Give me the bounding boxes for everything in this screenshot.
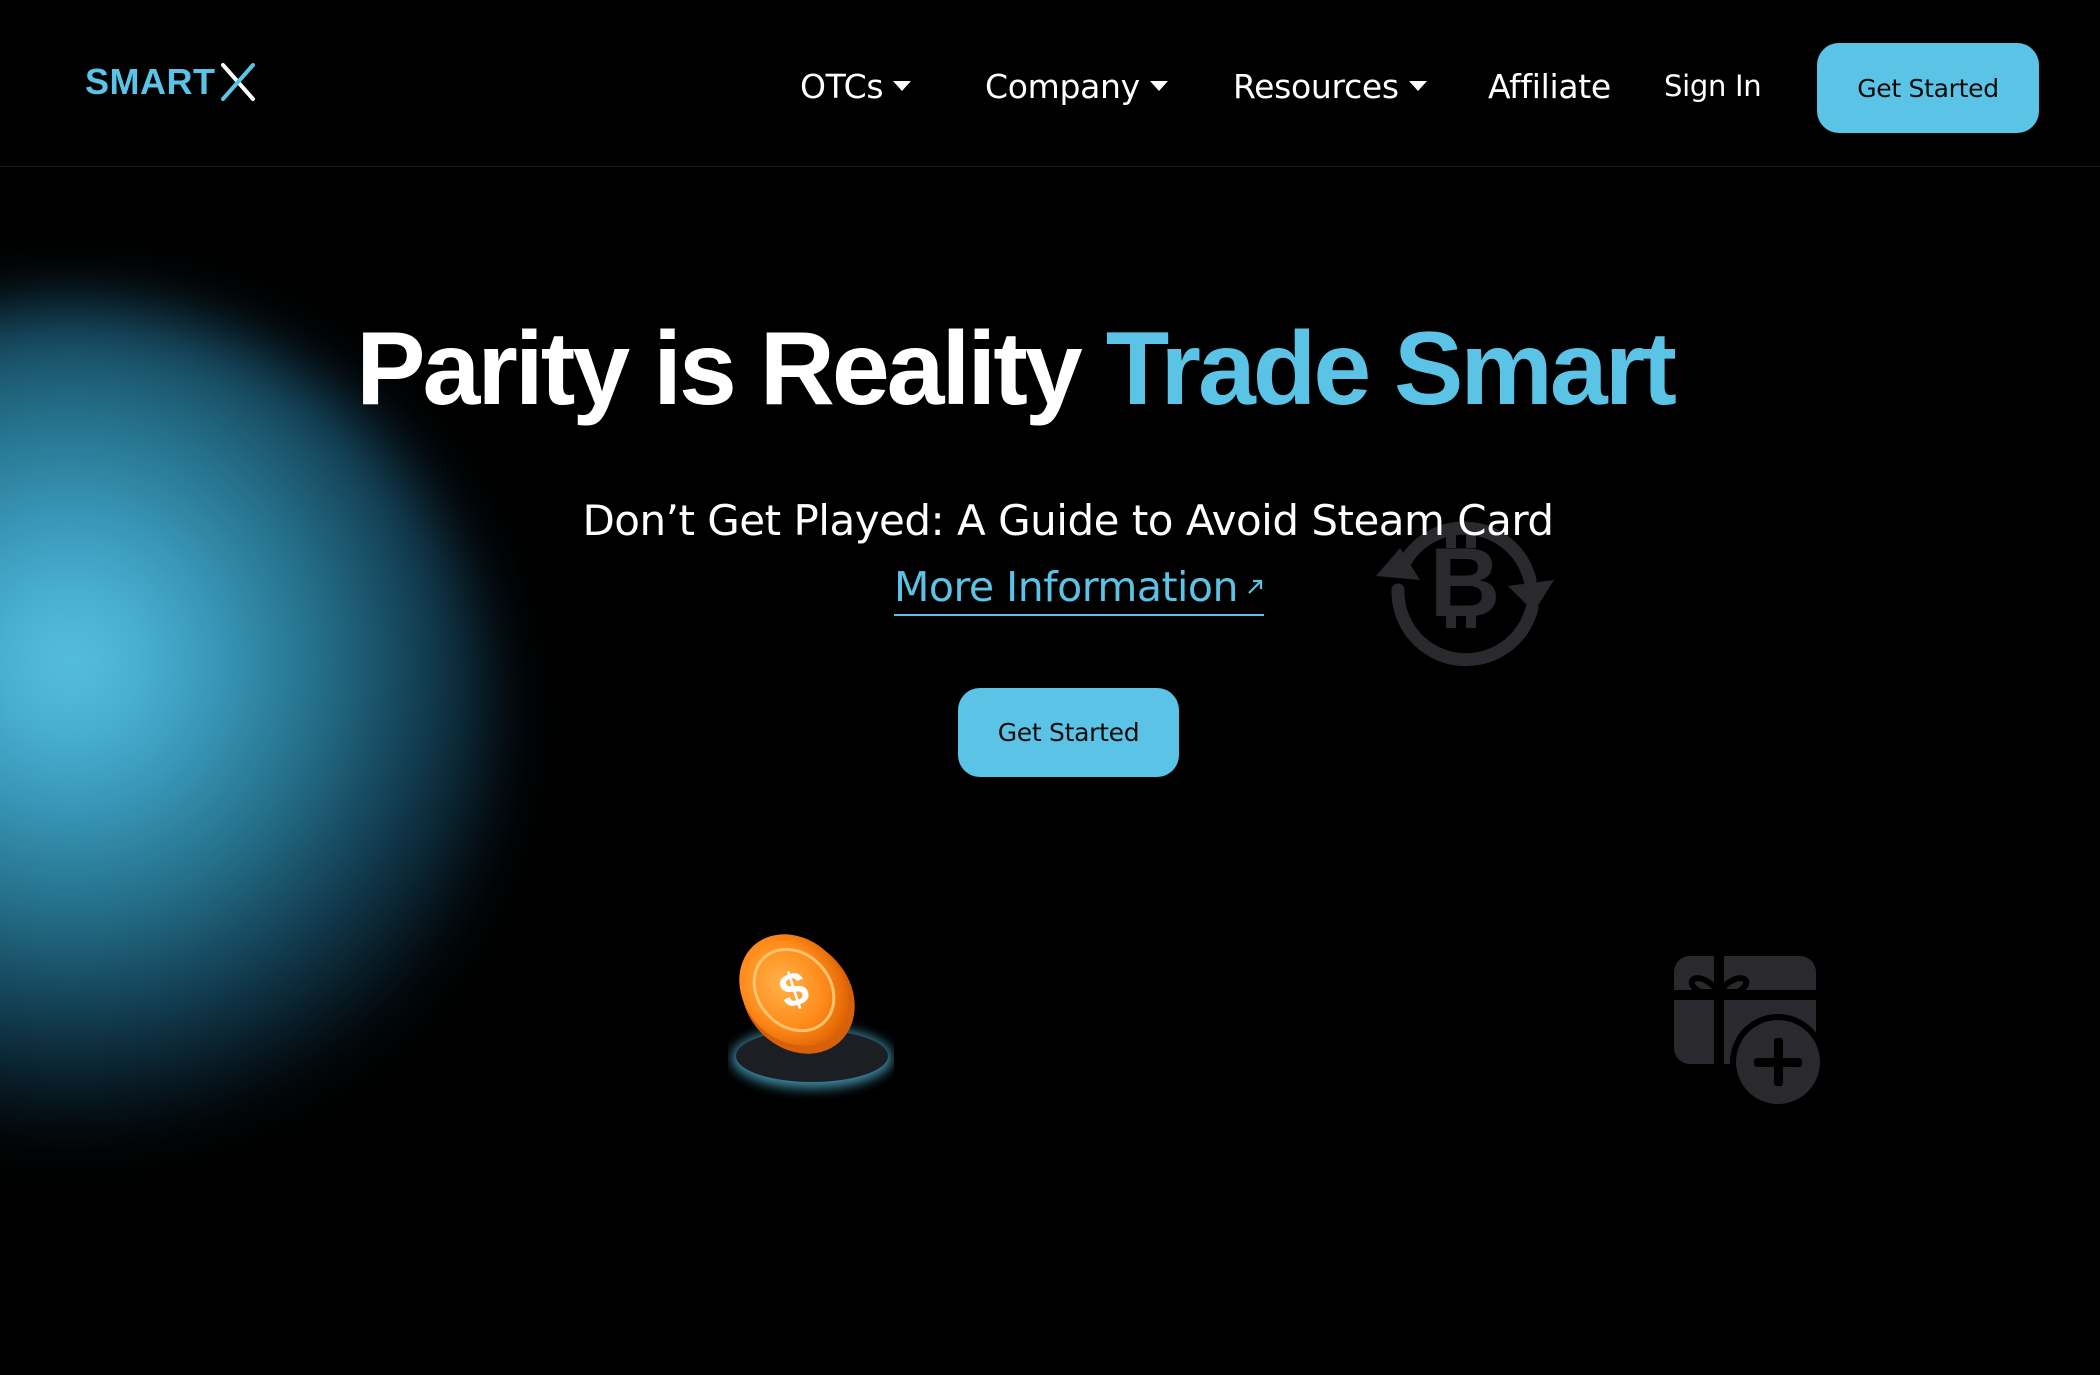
nav-item-affiliate[interactable]: Affiliate (1488, 64, 1611, 108)
hero-title: Parity is Reality Trade Smart (0, 310, 2030, 429)
dollar-coin-icon: $ (732, 934, 892, 1088)
get-started-header-button[interactable]: Get Started (1817, 43, 2039, 133)
nav-item-label: Resources (1233, 66, 1399, 106)
site-header: SMART OTCs Company Resources Affiliate S… (0, 0, 2100, 167)
landing-page: SMART OTCs Company Resources Affiliate S… (0, 0, 2100, 1375)
nav-item-otcs[interactable]: OTCs (800, 64, 912, 108)
get-started-hero-button[interactable]: Get Started (958, 688, 1179, 777)
more-information-link[interactable]: More Information (894, 560, 1265, 616)
sign-in-link[interactable]: Sign In (1664, 64, 1762, 108)
chevron-down-icon (1149, 81, 1168, 91)
chevron-down-icon (1408, 81, 1427, 91)
nav-item-company[interactable]: Company (985, 64, 1169, 108)
nav-item-label: OTCs (800, 66, 884, 106)
sign-in-label: Sign In (1664, 69, 1762, 103)
hero-title-accent: Trade Smart (1105, 311, 1677, 427)
nav-item-resources[interactable]: Resources (1233, 64, 1428, 108)
external-arrow-icon (1248, 579, 1263, 594)
nav-item-label: Affiliate (1488, 66, 1611, 106)
logo[interactable]: SMART (85, 60, 256, 104)
chevron-down-icon (893, 81, 912, 91)
gift-card-add-icon (1674, 956, 1826, 1110)
logo-text: SMART (85, 61, 216, 102)
background-glow (0, 300, 500, 1160)
more-information-label: More Information (894, 563, 1239, 611)
hero-title-main: Parity is Reality (356, 311, 1083, 427)
hero-subtitle: Don’t Get Played: A Guide to Avoid Steam… (582, 496, 1554, 545)
logo-x-mark (220, 63, 255, 101)
nav-item-label: Company (985, 66, 1140, 106)
